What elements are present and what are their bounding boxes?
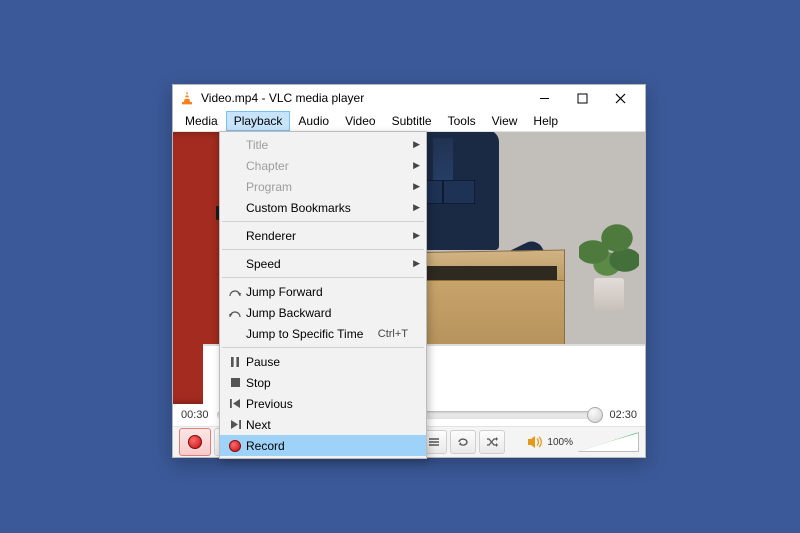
volume-label: 100% <box>547 437 573 448</box>
dd-jump-forward[interactable]: Jump Forward <box>220 281 426 302</box>
close-button[interactable] <box>601 85 639 111</box>
dd-record-label: Record <box>246 439 408 453</box>
dd-speed-label: Speed <box>246 257 408 271</box>
dd-pause-label: Pause <box>246 355 408 369</box>
submenu-arrow-icon: ▶ <box>413 230 420 241</box>
dd-chapter[interactable]: Chapter ▶ <box>220 155 426 176</box>
submenu-arrow-icon: ▶ <box>413 181 420 192</box>
dd-program[interactable]: Program ▶ <box>220 176 426 197</box>
dd-stop[interactable]: Stop <box>220 372 426 393</box>
vlc-cone-icon <box>179 90 195 106</box>
menu-help[interactable]: Help <box>525 111 566 131</box>
dd-separator <box>222 347 424 348</box>
jump-backward-icon <box>224 308 246 318</box>
dd-next-label: Next <box>246 418 408 432</box>
dd-previous-label: Previous <box>246 397 408 411</box>
loop-button[interactable] <box>450 430 476 454</box>
dd-title[interactable]: Title ▶ <box>220 134 426 155</box>
dd-renderer[interactable]: Renderer ▶ <box>220 225 426 246</box>
dd-custom-bookmarks[interactable]: Custom Bookmarks ▶ <box>220 197 426 218</box>
dd-jump-specific-label: Jump to Specific Time <box>246 327 378 341</box>
dd-jump-backward[interactable]: Jump Backward <box>220 302 426 323</box>
dd-title-label: Title <box>246 138 408 152</box>
minimize-button[interactable] <box>525 85 563 111</box>
record-icon <box>224 440 246 452</box>
record-button[interactable] <box>179 428 211 456</box>
maximize-button[interactable] <box>563 85 601 111</box>
playback-dropdown: Title ▶ Chapter ▶ Program ▶ Custom Bookmark… <box>219 131 427 459</box>
pause-icon <box>224 357 246 367</box>
menu-subtitle[interactable]: Subtitle <box>384 111 440 131</box>
dd-next[interactable]: Next <box>220 414 426 435</box>
time-elapsed: 00:30 <box>181 409 209 421</box>
dd-jump-backward-label: Jump Backward <box>246 306 408 320</box>
dd-separator <box>222 249 424 250</box>
dd-jump-forward-label: Jump Forward <box>246 285 408 299</box>
submenu-arrow-icon: ▶ <box>413 139 420 150</box>
vlc-window: Video.mp4 - VLC media player Media Playb… <box>172 84 646 458</box>
dd-jump-specific-shortcut: Ctrl+T <box>378 328 408 340</box>
speaker-icon[interactable] <box>527 435 543 449</box>
volume-control: 100% <box>527 432 639 452</box>
dd-pause[interactable]: Pause <box>220 351 426 372</box>
record-icon <box>188 435 202 449</box>
dd-separator <box>222 221 424 222</box>
skip-next-icon <box>224 420 246 429</box>
stop-icon <box>224 378 246 387</box>
menubar: Media Playback Audio Video Subtitle Tool… <box>173 111 645 132</box>
jump-forward-icon <box>224 287 246 297</box>
dd-chapter-label: Chapter <box>246 159 408 173</box>
dd-separator <box>222 277 424 278</box>
dd-jump-specific[interactable]: Jump to Specific Time Ctrl+T <box>220 323 426 344</box>
menu-view[interactable]: View <box>484 111 526 131</box>
dd-renderer-label: Renderer <box>246 229 408 243</box>
menu-playback[interactable]: Playback <box>226 111 291 131</box>
time-total: 02:30 <box>609 409 637 421</box>
loop-icon <box>457 437 469 447</box>
menu-video[interactable]: Video <box>337 111 383 131</box>
dd-custom-bookmarks-label: Custom Bookmarks <box>246 201 408 215</box>
volume-slider[interactable] <box>577 432 639 452</box>
submenu-arrow-icon: ▶ <box>413 258 420 269</box>
dd-speed[interactable]: Speed ▶ <box>220 253 426 274</box>
dd-program-label: Program <box>246 180 408 194</box>
titlebar: Video.mp4 - VLC media player <box>173 85 645 111</box>
window-title: Video.mp4 - VLC media player <box>201 91 519 105</box>
shuffle-icon <box>486 437 498 447</box>
shuffle-button[interactable] <box>479 430 505 454</box>
menu-audio[interactable]: Audio <box>290 111 337 131</box>
submenu-arrow-icon: ▶ <box>413 202 420 213</box>
dd-record[interactable]: Record <box>220 435 426 456</box>
playlist-icon <box>428 437 440 447</box>
menu-tools[interactable]: Tools <box>440 111 484 131</box>
dd-stop-label: Stop <box>246 376 408 390</box>
submenu-arrow-icon: ▶ <box>413 160 420 171</box>
menu-media[interactable]: Media <box>177 111 226 131</box>
skip-previous-icon <box>224 399 246 408</box>
window-buttons <box>525 85 639 111</box>
dd-previous[interactable]: Previous <box>220 393 426 414</box>
scene-plant <box>579 216 639 336</box>
